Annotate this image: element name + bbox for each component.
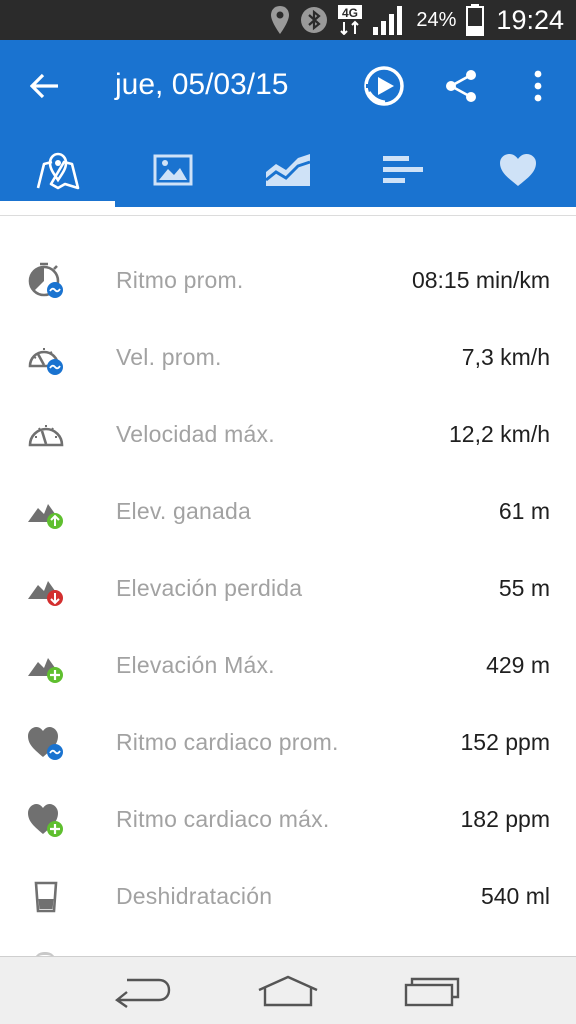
tab-bar (0, 132, 576, 207)
home-nav-icon (258, 975, 318, 1006)
more-options-button[interactable] (514, 62, 562, 110)
page-title: jue, 05/03/15 (115, 68, 289, 101)
system-nav-bar (0, 956, 576, 1024)
tab-map[interactable] (0, 132, 116, 207)
stat-value: 55 m (498, 575, 550, 601)
speedometer-icon (28, 424, 64, 446)
stat-row-elevation-loss: Elevación perdida 55 m (0, 550, 576, 627)
svg-text:4G: 4G (342, 6, 358, 20)
share-button[interactable] (437, 62, 485, 110)
clock: 19:24 (496, 4, 564, 35)
battery-icon (466, 4, 485, 36)
bars-icon (383, 155, 424, 183)
photo-icon (153, 154, 193, 185)
pace-avg-icon (28, 262, 63, 298)
stat-label: Vel. prom. (116, 344, 222, 370)
elevation-max-icon (28, 657, 63, 683)
status-bar: 4G 24% 19:24 (0, 0, 576, 40)
stat-row-elevation-max: Elevación Máx. 429 m (0, 627, 576, 704)
elevation-gain-icon (28, 503, 63, 529)
tab-splits[interactable] (346, 132, 461, 207)
stat-label: Elev. ganada (116, 498, 251, 524)
nav-back-button[interactable] (107, 967, 179, 1015)
stat-row-heart-rate-avg: Ritmo cardiaco prom. 152 ppm (0, 704, 576, 781)
location-icon (270, 5, 290, 35)
recents-nav-icon (405, 977, 460, 1006)
chart-icon (265, 153, 311, 186)
stat-value: 61 m (498, 498, 550, 524)
stats-panel: Ritmo prom. 08:15 min/km Vel. prom. 7,3 … (0, 207, 576, 956)
stat-row-dehydration: Deshidratación 540 ml (0, 858, 576, 935)
replay-icon (364, 66, 404, 106)
stat-label: Elevación perdida (116, 575, 303, 601)
stat-label: Velocidad máx. (116, 421, 275, 447)
map-icon (36, 152, 79, 189)
replay-button[interactable] (360, 62, 408, 110)
stat-row-avg-speed: Vel. prom. 7,3 km/h (0, 319, 576, 396)
tab-heart[interactable] (461, 132, 576, 207)
network-4g-icon: 4G (338, 5, 363, 35)
stat-row-max-speed: Velocidad máx. 12,2 km/h (0, 396, 576, 473)
toolbar: jue, 05/03/15 (0, 40, 576, 132)
bluetooth-icon (300, 6, 328, 34)
stat-list: Ritmo prom. 08:15 min/km Vel. prom. 7,3 … (0, 242, 576, 935)
stat-value: 540 ml (480, 883, 550, 909)
stat-row-avg-pace: Ritmo prom. 08:15 min/km (0, 242, 576, 319)
water-glass-icon (34, 881, 58, 912)
stat-row-heart-rate-max: Ritmo cardiaco máx. 182 ppm (0, 781, 576, 858)
arrow-back-icon (30, 73, 58, 99)
divider (0, 215, 576, 216)
stat-value: 182 ppm (460, 806, 550, 832)
tab-photos[interactable] (115, 132, 230, 207)
back-button[interactable] (22, 66, 68, 106)
signal-icon (372, 5, 406, 35)
stat-label: Ritmo cardiaco prom. (116, 729, 339, 755)
stat-row-elevation-gain: Elev. ganada 61 m (0, 473, 576, 550)
heart-rate-avg-icon (28, 726, 63, 760)
heart-rate-max-icon (28, 803, 63, 837)
speed-avg-icon (28, 347, 63, 375)
app-bar: jue, 05/03/15 (0, 40, 576, 207)
stat-label: Ritmo cardiaco máx. (116, 806, 330, 832)
nav-recents-button[interactable] (397, 967, 469, 1015)
stat-label: Deshidratación (116, 883, 273, 909)
battery-percentage: 24% (416, 8, 457, 31)
tab-charts[interactable] (230, 132, 345, 207)
stat-value: 12,2 km/h (449, 421, 550, 447)
elevation-loss-icon (28, 580, 63, 606)
stat-value: 08:15 min/km (411, 267, 550, 293)
stat-value: 152 ppm (460, 729, 550, 755)
share-icon (446, 70, 476, 102)
stat-value: 7,3 km/h (461, 344, 550, 370)
back-nav-icon (114, 978, 170, 1008)
stat-label: Ritmo prom. (116, 267, 244, 293)
more-vert-icon (534, 70, 542, 102)
stat-value: 429 m (486, 652, 550, 678)
stat-label: Elevación Máx. (116, 652, 275, 678)
nav-home-button[interactable] (252, 967, 324, 1015)
heart-icon (500, 153, 537, 186)
